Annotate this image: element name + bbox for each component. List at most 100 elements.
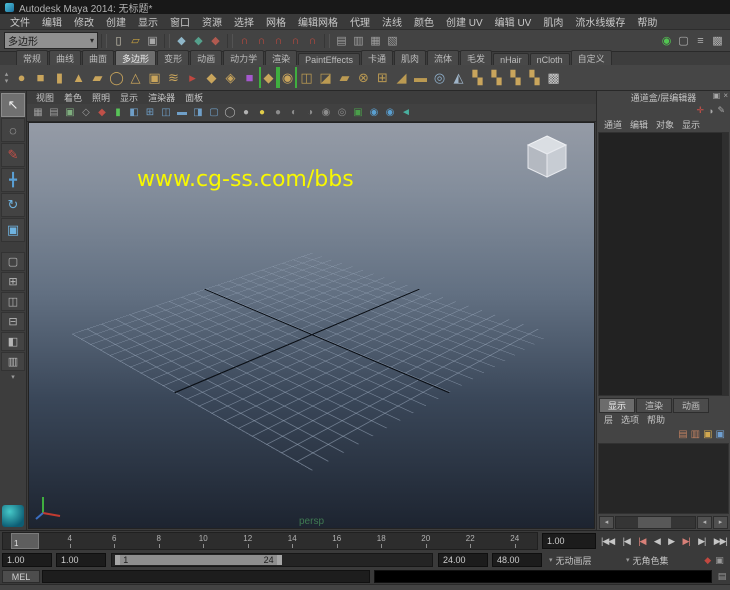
menu-item[interactable]: 颜色 xyxy=(408,14,440,29)
save-scene-icon[interactable]: ▣ xyxy=(144,32,161,49)
cylindrical-mapping-icon[interactable]: ▚ xyxy=(487,67,506,88)
timeline-tick[interactable]: 24 xyxy=(493,533,538,549)
go-to-playback-start-button[interactable]: |◀◀ xyxy=(601,536,614,547)
snap-to-projected-center-icon[interactable]: ∩ xyxy=(287,32,304,49)
bevel-icon[interactable]: ◢ xyxy=(392,67,411,88)
menu-item[interactable]: 网格 xyxy=(260,14,292,29)
new-empty-layer-icon[interactable]: ▣ xyxy=(703,429,712,440)
step-forward-frame-button[interactable]: ▶| xyxy=(698,536,705,547)
poly-sphere-icon[interactable]: ● xyxy=(12,67,31,88)
shelf-menu-button[interactable]: ▾ xyxy=(5,78,9,85)
layer-editor-menu-item[interactable]: 帮助 xyxy=(643,413,669,426)
vp-lock-camera-icon[interactable]: ▤ xyxy=(46,105,62,120)
vp-toolbar-collapse-icon[interactable]: ◄ xyxy=(398,105,414,120)
menu-item[interactable]: 选择 xyxy=(228,14,260,29)
poly-cube-icon[interactable]: ■ xyxy=(31,67,50,88)
current-frame-marker[interactable]: 1 xyxy=(11,533,39,549)
smooth-mesh-icon[interactable]: ◈ xyxy=(221,67,240,88)
menu-item[interactable]: 代理 xyxy=(344,14,376,29)
sculpt-tool-icon[interactable]: ◭ xyxy=(449,67,468,88)
menu-item[interactable]: 文件 xyxy=(4,14,36,29)
shelf-tab[interactable]: 卡通 xyxy=(361,50,393,65)
layer-editor-menu-item[interactable]: 选项 xyxy=(617,413,643,426)
range-slider-bar[interactable]: 1 24 xyxy=(115,555,281,565)
status-separator[interactable] xyxy=(227,34,233,48)
poly-text-icon[interactable]: ◆ xyxy=(202,67,221,88)
timeline-tick[interactable]: 14 xyxy=(270,533,315,549)
select-hierarchy-icon[interactable]: ◆ xyxy=(173,32,190,49)
target-weld-icon[interactable]: ◎ xyxy=(430,67,449,88)
menu-item[interactable]: 创建 UV xyxy=(440,14,489,29)
single-pane-layout-button[interactable]: ▢ xyxy=(1,252,25,271)
command-line-language-button[interactable]: MEL xyxy=(2,570,40,583)
vp-image-plane-icon[interactable]: ▣ xyxy=(62,105,78,120)
timeline-tick[interactable]: 20 xyxy=(404,533,449,549)
highlight-selection-mode-icon[interactable]: ◉ xyxy=(658,32,675,49)
layer-list[interactable] xyxy=(598,443,729,514)
play-forwards-button[interactable]: ▶ xyxy=(668,536,674,547)
layer-editor-tab[interactable]: 动画 xyxy=(673,398,709,413)
menu-item[interactable]: 帮助 xyxy=(631,14,663,29)
scale-tool-button[interactable]: ▣ xyxy=(1,218,25,242)
shelf-tab[interactable]: nHair xyxy=(493,53,529,65)
snap-to-view-plane-icon[interactable]: ∩ xyxy=(304,32,321,49)
planar-mapping-icon[interactable]: ▚ xyxy=(468,67,487,88)
timeline-tick[interactable]: 10 xyxy=(181,533,226,549)
scrollbar-track[interactable] xyxy=(615,516,696,529)
command-line-output[interactable] xyxy=(374,570,712,583)
shelf-tab[interactable]: nCloth xyxy=(530,53,570,65)
shelf-tab[interactable]: 多边形 xyxy=(115,50,156,65)
menu-item[interactable]: 肌肉 xyxy=(537,14,569,29)
menu-item[interactable]: 编辑 xyxy=(36,14,68,29)
timeline-tick[interactable]: 22 xyxy=(448,533,493,549)
vp-isolate-select-icon[interactable]: ▮ xyxy=(110,105,126,120)
automatic-mapping-icon[interactable]: ▚ xyxy=(525,67,544,88)
vp-textured-icon[interactable]: ● xyxy=(270,105,286,120)
snap-to-curve-icon[interactable]: ∩ xyxy=(253,32,270,49)
status-separator[interactable] xyxy=(164,34,170,48)
vp-default-lighting-icon[interactable]: ● xyxy=(254,105,270,120)
layer-editor-tab[interactable]: 渲染 xyxy=(636,398,672,413)
channel-speed-icon[interactable]: ◑ xyxy=(708,106,713,116)
two-pane-stacked-layout-button[interactable]: ⊟ xyxy=(1,312,25,331)
current-time-field[interactable]: 1.00 xyxy=(542,533,596,549)
four-pane-layout-button[interactable]: ⊞ xyxy=(1,272,25,291)
layer-edit-icon[interactable]: ▤ xyxy=(678,429,687,440)
two-pane-side-layout-button[interactable]: ◫ xyxy=(1,292,25,311)
poly-cylinder-icon[interactable]: ▮ xyxy=(50,67,69,88)
range-slider[interactable]: 1 24 xyxy=(111,553,433,567)
shelf-tab[interactable]: 渲染 xyxy=(265,50,297,65)
shelf-tab[interactable]: 动力学 xyxy=(223,50,264,65)
dock-panel-icon[interactable]: ▣ xyxy=(713,91,721,100)
new-scene-icon[interactable]: ▯ xyxy=(110,32,127,49)
combine-icon[interactable]: ◫ xyxy=(297,67,316,88)
scroll-left-button[interactable]: ◂ xyxy=(599,516,614,529)
menu-item[interactable]: 创建 xyxy=(100,14,132,29)
vp-grid-toggle-icon[interactable]: ⊞ xyxy=(142,105,158,120)
view-cube[interactable] xyxy=(520,131,574,188)
scroll-left-end-button[interactable]: ◂ xyxy=(697,516,712,529)
scrollbar-thumb[interactable] xyxy=(638,517,671,528)
shelf-tab[interactable]: 常规 xyxy=(16,50,48,65)
more-layouts-button[interactable]: ▾ xyxy=(2,372,24,382)
vp-gate-mask-icon[interactable]: ◨ xyxy=(190,105,206,120)
vp-shadows-icon[interactable]: ◑ xyxy=(302,105,318,120)
shelf-tab[interactable]: 毛发 xyxy=(460,50,492,65)
render-settings-icon[interactable]: ▧ xyxy=(384,32,401,49)
panel-menu-item[interactable]: 照明 xyxy=(87,91,115,104)
close-panel-icon[interactable]: × xyxy=(723,91,728,100)
channel-box-toggle-icon[interactable]: ▩ xyxy=(709,32,726,49)
poly-helix-icon[interactable]: ≋ xyxy=(164,67,183,88)
layer-editor-menu-item[interactable]: 层 xyxy=(600,413,617,426)
poly-plane-icon[interactable]: ▰ xyxy=(88,67,107,88)
timeline-tick[interactable]: 6 xyxy=(92,533,137,549)
menu-item[interactable]: 窗口 xyxy=(164,14,196,29)
menu-set-selector[interactable]: 多边形 ▾ xyxy=(4,32,98,49)
channel-box-menu-item[interactable]: 通道 xyxy=(600,118,626,131)
shelf-tab[interactable]: 自定义 xyxy=(571,50,612,65)
shelf-tab[interactable]: 动画 xyxy=(190,50,222,65)
play-backwards-button[interactable]: ◀ xyxy=(654,536,660,547)
shelf-tab[interactable]: 曲面 xyxy=(82,50,114,65)
open-scene-icon[interactable]: ▱ xyxy=(127,32,144,49)
viewport-canvas[interactable]: www.cg-ss.com/bbs persp xyxy=(28,122,595,529)
